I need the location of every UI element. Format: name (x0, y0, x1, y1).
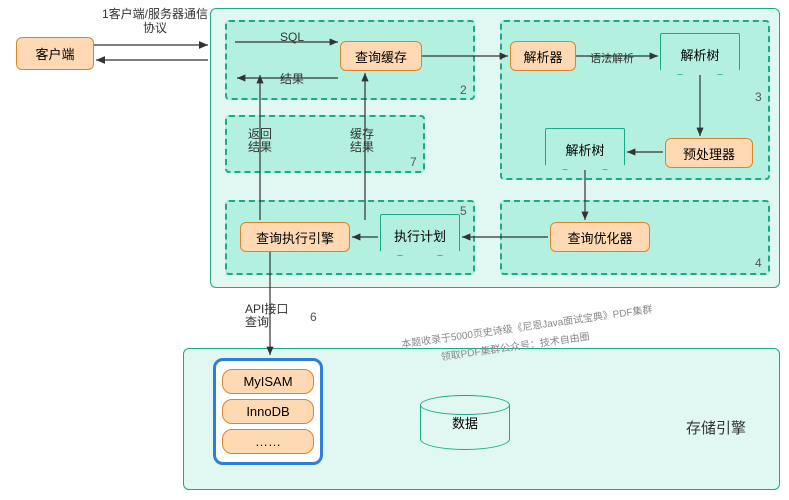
parse-tree-2-label: 解析树 (565, 140, 604, 159)
protocol-label: 1客户端/服务器通信协议 (100, 7, 210, 36)
parser-box: 解析器 (510, 41, 576, 71)
num-6: 6 (310, 310, 317, 324)
preprocessor-label: 预处理器 (683, 144, 735, 163)
client-label: 客户端 (35, 44, 74, 63)
engine-more: …… (222, 429, 314, 454)
num-5: 5 (460, 204, 467, 218)
parse-tree-2: 解析树 (545, 128, 625, 170)
cache-result-label: 缓存结果 (350, 128, 378, 154)
result-label: 结果 (280, 70, 304, 87)
optimizer-label: 查询优化器 (567, 228, 632, 247)
parse-tree-1-label: 解析树 (680, 45, 719, 64)
api-label: API接口查询 (245, 303, 295, 329)
data-cylinder: 数据 (420, 395, 510, 450)
engines-container: MyISAM InnoDB …… (213, 358, 323, 465)
engine-innodb: InnoDB (222, 399, 314, 424)
query-cache-box: 查询缓存 (340, 41, 422, 71)
client-box: 客户端 (16, 37, 94, 70)
syntax-parse-label: 语法解析 (590, 50, 634, 66)
exec-engine-label: 查询执行引擎 (256, 228, 334, 247)
optimizer-box: 查询优化器 (550, 222, 650, 252)
num-2: 2 (460, 83, 467, 97)
query-cache-label: 查询缓存 (355, 47, 407, 66)
num-3: 3 (755, 90, 762, 104)
parser-label: 解析器 (523, 47, 562, 66)
parse-tree-1: 解析树 (660, 33, 740, 75)
sql-label: SQL (280, 30, 304, 44)
exec-engine-box: 查询执行引擎 (240, 222, 350, 252)
return-result-label: 返回结果 (248, 128, 276, 154)
exec-plan-label: 执行计划 (394, 226, 446, 245)
num-7: 7 (410, 155, 417, 169)
data-label: 数据 (452, 413, 478, 432)
exec-plan-doc: 执行计划 (380, 214, 460, 256)
preprocessor-box: 预处理器 (665, 138, 753, 168)
storage-title: 存储引擎 (686, 417, 746, 438)
engine-myisam: MyISAM (222, 369, 314, 394)
num-4: 4 (755, 256, 762, 270)
